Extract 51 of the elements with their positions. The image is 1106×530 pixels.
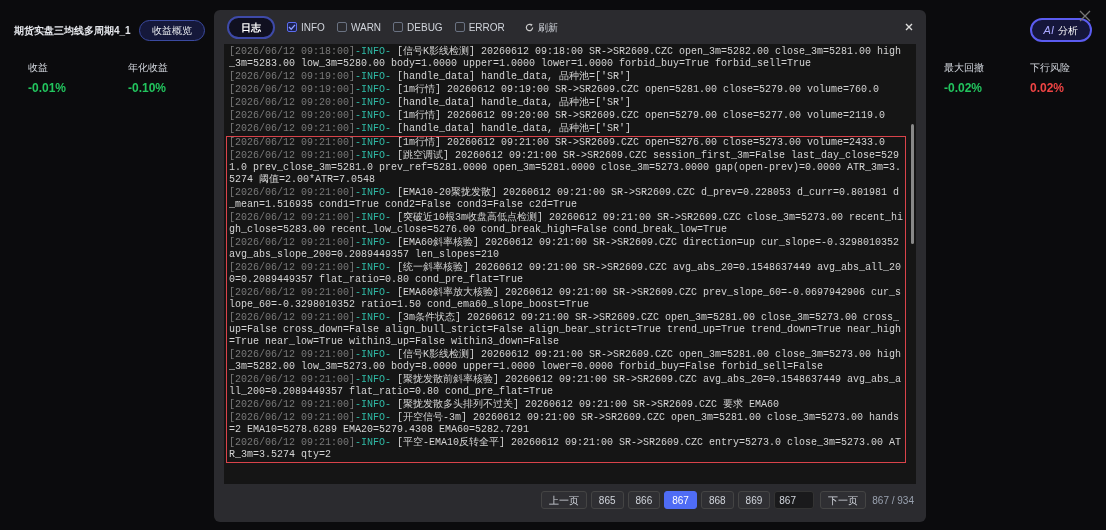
log-entry: [2026/06/12 09:21:00]-INFO- [统一斜率核验] 20260612 09:21:00 SR->SR2609.CZC avg_abs_20=0.1548637449 avg_abs_all_200=0.2089449357 flat_ratio=0.80 cond_pre_flat=True (229, 262, 903, 286)
page-button[interactable]: 869 (737, 491, 771, 509)
log-entry: [2026/06/12 09:21:00]-INFO- [平空-EMA10反转全平] 20260612 09:21:00 SR->SR2609.CZC entry=5273.0 close_3m=5273.00 ATR_3m=3.5274 qty=2 (229, 437, 903, 461)
log-entry: [2026/06/12 09:21:00]-INFO- [1m行情] 20260612 09:21:00 SR->SR2609.CZC open=5276.00 close=5273.00 volume=2433.0 (229, 137, 887, 149)
log-entry: [2026/06/12 09:21:00]-INFO- [信号K影线检测] 20260612 09:21:00 SR->SR2609.CZC open_3m=5281.00 close_3m=5273.00 high_3m=5282.00 low_3m=5273.00 body=8.0000 upper=1.0000 lower=0.0000 forbid_buy=False forbid_sell=False (229, 349, 903, 373)
ai-analysis-button[interactable]: AI 分析 (1029, 18, 1092, 42)
dialog-title: 日志 (227, 15, 275, 39)
metric-label: 下行风险 (1030, 61, 1071, 75)
log-entry: [2026/06/12 09:21:00]-INFO- [EMA60斜率放大核验] 20260612 09:21:00 SR->SR2609.CZC prev_slope_60=-0.0697942906 cur_slope_60=-0.3298010352 ratio=1.50 cond_ema60_slope_boost=True (229, 287, 903, 311)
refresh-icon (524, 22, 534, 32)
log-entry: [2026/06/12 09:21:00]-INFO- [EMA60斜率核验] 20260612 09:21:00 SR->SR2609.CZC direction=up cur_slope=-0.3298010352 avg_abs_slope_200=0.2089449357 len_slopes=210 (229, 237, 901, 261)
filter-checkbox[interactable]: INFO (287, 19, 325, 35)
log-entry: [2026/06/12 09:21:00]-INFO- [3m条件状态] 20260612 09:21:00 SR->SR2609.CZC open_3m=5281.00 close_3m=5273.00 cross_up=False cross_down=False align_bull_strict=False align_bear_strict=True trend_up=True trend_down=True near_high=True near_low=True within3_up=False within3_down=False (229, 312, 903, 348)
metric-value: -0.02% (944, 80, 984, 97)
page-button[interactable]: 868 (700, 491, 734, 509)
metric-value: -0.01% (28, 80, 68, 97)
filter-checkbox[interactable]: WARN (336, 19, 382, 35)
log-entry: [2026/06/12 09:21:00]-INFO- [handle_data] handle_data, 品种池=['SR'] (229, 123, 633, 135)
log-entry: [2026/06/12 09:19:00]-INFO- [handle_data] handle_data, 品种池=['SR'] (229, 71, 633, 83)
filter-checkbox[interactable]: ERROR (454, 19, 505, 35)
next-page-button[interactable]: 下一页 (820, 491, 867, 509)
log-entry: [2026/06/12 09:21:00]-INFO- [EMA10-20聚拢发散] 20260612 09:21:00 SR->SR2609.CZC d_prev=0.228053 d_curr=0.801981 d_mean=1.516935 cond1=True cond2=False cond3=False c2d=True (229, 187, 901, 211)
ai-label: AI (1043, 22, 1054, 38)
log-entry: [2026/06/12 09:21:00]-INFO- [聚拢发散前斜率核验] 20260612 09:21:00 SR->SR2609.CZC avg_abs_20=0.1548637449 avg_abs_all_200=0.2089449357 flat_ratio=0.80 cond_pre_flat=True (229, 374, 903, 398)
log-entry: [2026/06/12 09:21:00]-INFO- [跳空调试] 20260612 09:21:00 SR->SR2609.CZC session_first_3m=False last_day_close=5291.0 prev_close_3m=5281.0 prev_ref=5281.0000 open_3m=5281.0000 close_3m=5273.0000 gap(open-prev)=0.0000 ATR_3m=3.5274 阈值=2.00*ATR=7.0548 (229, 150, 903, 186)
log-entry: [2026/06/12 09:19:00]-INFO- [1m行情] 20260612 09:19:00 SR->SR2609.CZC open=5281.00 close=5279.00 volume=760.0 (229, 84, 881, 96)
metric-value: -0.10% (128, 80, 168, 97)
metric-label: 收益 (28, 61, 49, 75)
metric-label: 年化收益 (128, 61, 169, 75)
metric-label: 最大回撤 (944, 61, 985, 75)
log-entry: [2026/06/12 09:20:00]-INFO- [handle_data] handle_data, 品种池=['SR'] (229, 97, 633, 109)
log-entry: [2026/06/12 09:18:00]-INFO- [信号K影线检测] 20260612 09:18:00 SR->SR2609.CZC open_3m=5282.00 close_3m=5281.00 high_3m=5283.00 low_3m=5280.00 body=1.0000 upper=1.0000 lower=1.0000 forbid_buy=True forbid_sell=True (229, 46, 903, 70)
page-count: 867 / 934 (872, 493, 914, 508)
refresh-button[interactable]: 刷新 (524, 19, 558, 35)
previous-page-button[interactable]: 上一页 (540, 491, 587, 509)
strategy-title: 期货实盘三均线多周期4_1 (14, 23, 131, 38)
close-icon[interactable] (1079, 10, 1091, 22)
filter-checkbox[interactable]: DEBUG (393, 19, 443, 35)
metric-value: 0.02% (1030, 80, 1066, 97)
log-entry: [2026/06/12 09:21:00]-INFO- [突破近10根3m收盘高低点检测] 20260612 09:21:00 SR->SR2609.CZC close_3m=5273.00 recent_high_close=5283.00 recent_low_close=5276.00 cond_break_high=False cond_break_low=True (229, 212, 905, 236)
log-entry: [2026/06/12 09:21:00]-INFO- [聚拢发散多头排列不过关] 20260612 09:21:00 SR->SR2609.CZC 要求 EMA60 (229, 399, 781, 411)
check-icon (288, 23, 296, 31)
page-button[interactable]: 867 (664, 491, 697, 509)
page-button[interactable]: 865 (590, 491, 624, 509)
analysis-label: 分析 (1058, 23, 1078, 38)
overview-tab[interactable]: 收益概览 (138, 19, 205, 41)
log-entry: [2026/06/12 09:21:00]-INFO- [开空信号-3m] 20260612 09:21:00 SR->SR2609.CZC open_3m=5281.00 close_3m=5273.00 hands=2 EMA10=5278.6289 EMA20=5279.4308 EMA60=5282.7291 (229, 412, 901, 436)
scrollbar[interactable] (911, 124, 914, 244)
page-input[interactable]: 867 (774, 491, 815, 509)
page-button[interactable]: 866 (627, 491, 661, 509)
log-entry: [2026/06/12 09:20:00]-INFO- [1m行情] 20260612 09:20:00 SR->SR2609.CZC open=5279.00 close=5277.00 volume=2119.0 (229, 110, 887, 122)
